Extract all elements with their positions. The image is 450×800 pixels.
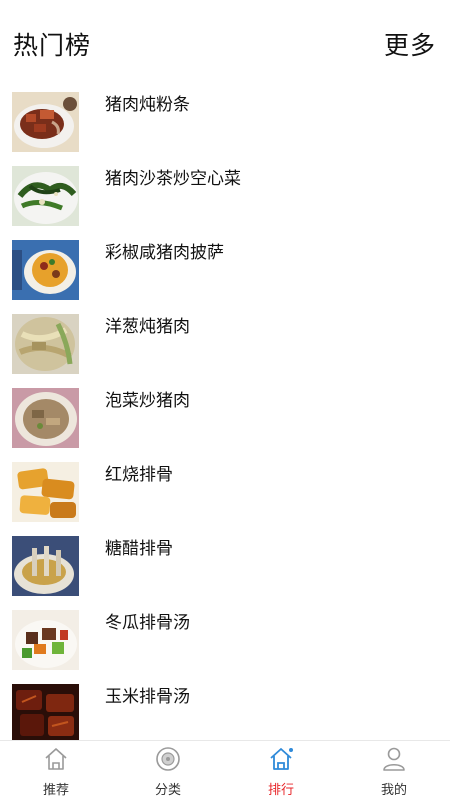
recipe-thumbnail xyxy=(12,684,79,740)
header: 热门榜 更多 xyxy=(0,0,450,86)
recipe-row[interactable]: 玉米排骨汤 xyxy=(0,678,450,740)
recipe-thumbnail xyxy=(12,610,79,670)
recipe-row[interactable]: 泡菜炒猪肉 xyxy=(0,382,450,456)
recipe-row[interactable]: 彩椒咸猪肉披萨 xyxy=(0,234,450,308)
home-icon xyxy=(270,748,293,770)
recipe-thumbnail xyxy=(12,240,79,300)
disc-icon xyxy=(156,747,180,771)
tab-label: 排行 xyxy=(267,783,294,798)
more-link[interactable]: 更多 xyxy=(384,26,436,62)
recipe-name: 糖醋排骨 xyxy=(105,539,173,559)
recipe-name: 猪肉沙茶炒空心菜 xyxy=(105,169,241,189)
recipe-name: 猪肉炖粉条 xyxy=(105,95,190,115)
recipe-row[interactable]: 猪肉炖粉条 xyxy=(0,86,450,160)
recipe-name: 泡菜炒猪肉 xyxy=(105,391,190,411)
recipe-thumbnail xyxy=(12,388,79,448)
recipe-list: 猪肉炖粉条 猪肉沙茶炒空心菜 彩椒咸猪肉披萨 洋葱炖猪肉 泡菜炒猪肉 红烧排骨 xyxy=(0,86,450,740)
tab-category[interactable]: 分类 xyxy=(112,741,224,800)
home-icon xyxy=(45,748,67,770)
recipe-thumbnail xyxy=(12,314,79,374)
tab-label: 推荐 xyxy=(42,783,69,798)
recipe-name: 冬瓜排骨汤 xyxy=(105,613,190,633)
recipe-thumbnail xyxy=(12,536,79,596)
tab-label: 分类 xyxy=(154,783,181,798)
tab-mine[interactable]: 我的 xyxy=(338,741,450,800)
page-title: 热门榜 xyxy=(13,31,92,60)
recipe-thumbnail xyxy=(12,92,79,152)
tab-ranking[interactable]: 排行 xyxy=(225,741,337,800)
bottom-tab-bar: 推荐 分类 排行 我的 xyxy=(0,740,450,800)
recipe-row[interactable]: 冬瓜排骨汤 xyxy=(0,604,450,678)
recipe-row[interactable]: 糖醋排骨 xyxy=(0,530,450,604)
recipe-row[interactable]: 猪肉沙茶炒空心菜 xyxy=(0,160,450,234)
user-icon xyxy=(383,747,405,771)
tab-recommend[interactable]: 推荐 xyxy=(0,741,112,800)
recipe-name: 玉米排骨汤 xyxy=(105,687,190,707)
recipe-row[interactable]: 红烧排骨 xyxy=(0,456,450,530)
recipe-name: 彩椒咸猪肉披萨 xyxy=(105,243,224,263)
recipe-thumbnail xyxy=(12,166,79,226)
recipe-row[interactable]: 洋葱炖猪肉 xyxy=(0,308,450,382)
tab-label: 我的 xyxy=(380,783,407,798)
recipe-thumbnail xyxy=(12,462,79,522)
recipe-name: 洋葱炖猪肉 xyxy=(105,317,190,337)
recipe-name: 红烧排骨 xyxy=(105,465,173,485)
